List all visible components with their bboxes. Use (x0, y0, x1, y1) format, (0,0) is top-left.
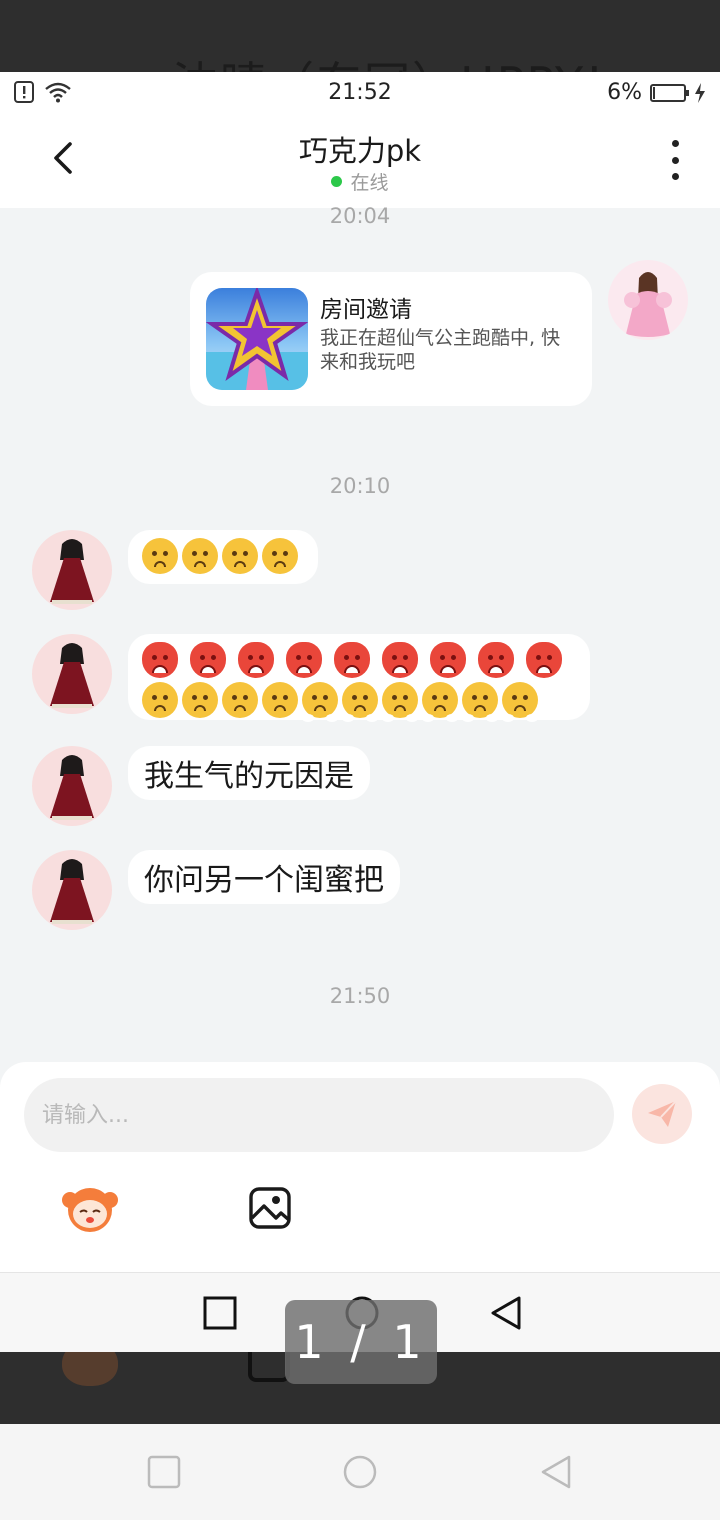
contact-name: 巧克力pk (298, 134, 422, 168)
contact-avatar[interactable] (32, 746, 112, 826)
message-bubble[interactable]: 我生气的元因是 (128, 746, 370, 800)
recents-square-icon[interactable] (146, 1454, 182, 1490)
message-bubble[interactable] (128, 530, 318, 584)
home-circle-icon[interactable] (342, 1454, 378, 1490)
online-status: 在线 (0, 168, 720, 195)
huff-face-emoji-icon (422, 682, 458, 722)
chat-header: 巧克力pk 在线 (0, 112, 720, 208)
rage-face-emoji-icon (526, 642, 562, 678)
sad-face-emoji-icon (262, 682, 298, 718)
sad-face-emoji-icon (182, 682, 218, 718)
rage-face-emoji-icon (430, 642, 466, 678)
battery-percent: 6% (607, 80, 642, 105)
huff-face-emoji-icon (462, 682, 498, 722)
game-thumbnail (206, 288, 308, 390)
invite-description: 我正在超仙气公主跑酷中, 快来和我玩吧 (320, 327, 561, 373)
input-panel (0, 1062, 720, 1272)
image-icon (248, 1352, 290, 1382)
sad-face-emoji-icon (142, 538, 178, 574)
sad-face-emoji-icon (222, 538, 258, 574)
rage-face-emoji-icon (238, 642, 274, 678)
gothic-girl-avatar-icon (50, 539, 94, 604)
invite-title: 房间邀请 (320, 297, 412, 323)
back-triangle-icon[interactable] (488, 1295, 524, 1331)
sad-face-emoji-icon (262, 538, 298, 574)
emoji-row (142, 682, 576, 722)
message-bubble[interactable] (128, 634, 590, 722)
message-input[interactable] (24, 1078, 614, 1152)
star-game-icon (206, 288, 308, 390)
more-options-icon[interactable] (660, 140, 690, 180)
contact-avatar[interactable] (32, 634, 112, 714)
status-right: 6% (607, 80, 706, 105)
rage-face-emoji-icon (334, 642, 370, 678)
rage-face-emoji-icon (190, 642, 226, 678)
send-button[interactable] (632, 1084, 692, 1144)
charging-icon (695, 82, 705, 103)
online-status-label: 在线 (350, 172, 389, 194)
rage-face-emoji-icon (286, 642, 322, 678)
viewer-top-bar: 沈晴（东冠）HPPY! (0, 0, 720, 72)
sad-face-emoji-icon (182, 538, 218, 574)
timestamp: 21:50 (329, 984, 391, 1008)
rage-face-emoji-icon (382, 642, 418, 678)
page-indicator: 1 / 1 (285, 1300, 437, 1384)
emoji-row (142, 538, 304, 574)
emoji-row (142, 642, 576, 678)
sticker-icon (62, 1352, 118, 1386)
contact-avatar[interactable] (32, 850, 112, 930)
rage-face-emoji-icon (478, 642, 514, 678)
online-dot-icon (331, 176, 343, 187)
battery-fill (653, 86, 655, 99)
princess-avatar-icon (624, 272, 672, 337)
phone-screen: 21:52 6% 巧克力pk 在线 20:04 房间邀请 我正在超仙气公主跑酷中… (0, 72, 720, 1352)
rage-face-emoji-icon (142, 642, 178, 678)
gothic-girl-avatar-icon (50, 755, 94, 820)
message-bubble[interactable]: 你问另一个闺蜜把 (128, 850, 400, 904)
huff-face-emoji-icon (342, 682, 378, 722)
sad-face-emoji-icon (222, 682, 258, 718)
outer-system-nav-bar (0, 1424, 720, 1520)
gothic-girl-avatar-icon (50, 859, 94, 924)
huff-face-emoji-icon (382, 682, 418, 722)
my-avatar[interactable] (608, 260, 688, 340)
battery-icon (650, 83, 689, 102)
sad-face-emoji-icon (142, 682, 178, 718)
back-triangle-icon[interactable] (538, 1454, 574, 1490)
timestamp: 20:10 (329, 474, 391, 498)
send-paper-plane-icon (648, 1100, 677, 1127)
gothic-girl-avatar-icon (50, 643, 94, 708)
sticker-icon[interactable] (60, 1182, 120, 1234)
status-bar: 21:52 6% (0, 72, 720, 112)
ghost-title: 沈晴（东冠）HPPY! (172, 48, 606, 72)
huff-face-emoji-icon (302, 682, 338, 722)
huff-face-emoji-icon (502, 682, 538, 722)
timestamp: 20:04 (329, 204, 391, 228)
contact-avatar[interactable] (32, 530, 112, 610)
room-invite-card[interactable]: 房间邀请 我正在超仙气公主跑酷中, 快来和我玩吧 (190, 272, 592, 406)
recents-square-icon[interactable] (202, 1295, 238, 1331)
image-icon[interactable] (248, 1186, 292, 1230)
